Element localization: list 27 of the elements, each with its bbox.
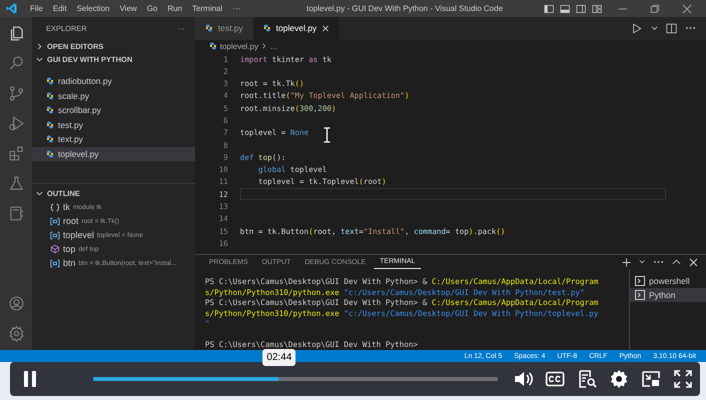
- editor-tab[interactable]: toplevel.py: [253, 17, 339, 40]
- menu-item[interactable]: Go: [142, 4, 162, 13]
- explorer-file[interactable]: scrollbar.py: [32, 103, 195, 118]
- breadcrumb-item[interactable]: ...: [270, 42, 277, 51]
- menu-item[interactable]: Edit: [48, 4, 72, 13]
- explorer-file[interactable]: test.py: [32, 118, 195, 132]
- terminal-item[interactable]: Python: [630, 288, 706, 302]
- outline-item[interactable]: btn: [63, 258, 76, 268]
- menu-item[interactable]: ···: [227, 4, 246, 13]
- editor-tab[interactable]: test.py: [195, 17, 254, 40]
- explorer-file[interactable]: toplevel.py: [32, 146, 195, 161]
- explorer-file[interactable]: scale.py: [32, 88, 195, 103]
- outline-item[interactable]: toplevel: [63, 230, 94, 240]
- explorer-file[interactable]: radiobutton.py: [32, 74, 195, 88]
- time-tooltip: 02:44: [262, 349, 296, 366]
- explorer-file[interactable]: text.py: [32, 132, 195, 146]
- outline-item[interactable]: top: [63, 244, 76, 254]
- outline-item[interactable]: tk: [63, 202, 70, 212]
- menu-item[interactable]: Run: [162, 4, 188, 13]
- terminal-item[interactable]: powershell: [630, 274, 706, 288]
- breadcrumb-item[interactable]: toplevel.py: [220, 42, 258, 51]
- menu-item[interactable]: Terminal: [187, 4, 228, 13]
- menu-item[interactable]: File: [25, 4, 48, 13]
- outline-item[interactable]: root: [63, 216, 79, 226]
- menu-item[interactable]: Selection: [72, 4, 115, 13]
- window-title: toplevel.py - GUI Dev With Python - Visual Studio Code: [306, 4, 504, 13]
- menu-item[interactable]: View: [114, 4, 142, 13]
